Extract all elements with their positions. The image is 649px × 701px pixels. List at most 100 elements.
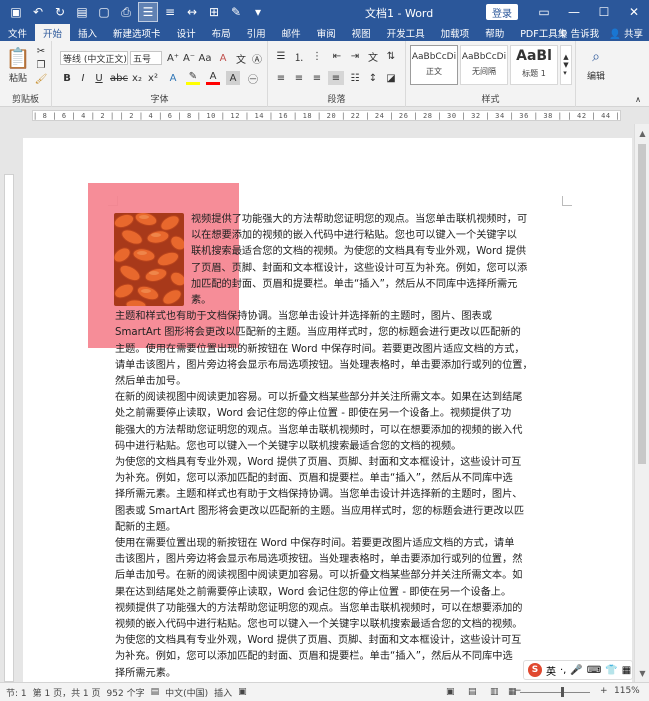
ribbon-display-icon[interactable]: ▭	[529, 0, 559, 24]
zoom-out-icon[interactable]: −	[514, 686, 522, 696]
chinese-layout-icon[interactable]: 文	[366, 49, 380, 64]
zoom-in-icon[interactable]: +	[600, 686, 608, 696]
editing-label[interactable]: 编辑	[578, 69, 614, 82]
ime-toolbar[interactable]: S 英 ·, 🎤 ⌨ 👕 ▦	[523, 660, 633, 680]
align-left-icon[interactable]: ≡	[274, 71, 288, 85]
bold-icon[interactable]: B	[60, 71, 74, 85]
border-char-icon[interactable]: Ⓐ	[250, 51, 264, 66]
ime-menu-icon[interactable]: ▦	[622, 665, 631, 676]
status-page[interactable]: 第 1 页，共 1 页	[33, 686, 101, 699]
font-name-combo[interactable]: 等线 (中文正文)	[60, 51, 128, 65]
more-icon[interactable]: ▾	[248, 2, 268, 22]
strikethrough-icon[interactable]: abc	[110, 71, 128, 85]
undo-icon[interactable]: ↶	[28, 2, 48, 22]
read-mode-icon[interactable]: ☰	[138, 2, 158, 22]
superscript-icon[interactable]: x²	[146, 71, 160, 85]
numbering-icon[interactable]: ⒈	[292, 49, 306, 64]
change-case-icon[interactable]: Aa	[198, 51, 212, 65]
tab-file[interactable]: 文件	[0, 24, 35, 41]
increase-indent-icon[interactable]: ⇥	[348, 49, 362, 63]
distributed-icon[interactable]: ☷	[348, 71, 362, 85]
grow-font-icon[interactable]: A⁺	[166, 51, 180, 65]
tab-design[interactable]: 设计	[169, 24, 204, 41]
text-effects-icon[interactable]: A	[166, 71, 180, 85]
open-icon[interactable]: ▤	[72, 2, 92, 22]
bullets-icon[interactable]: ☰	[274, 49, 288, 63]
tab-new[interactable]: 新建选项卡	[105, 24, 169, 41]
copy-icon[interactable]: ❐	[34, 59, 48, 71]
new-doc-icon[interactable]: ▢	[94, 2, 114, 22]
horizontal-ruler[interactable]: | 8 | 6 | 4 | 2 | | 2 | 4 | 6 | 8 | 10 |…	[0, 107, 649, 124]
paste-label[interactable]: 粘贴	[4, 71, 32, 84]
highlight-icon[interactable]: ✎	[186, 71, 200, 85]
styles-scroll[interactable]: ▲ ▼ ▾	[560, 45, 572, 85]
align-icon[interactable]: ≡	[160, 2, 180, 22]
focus-mode-icon[interactable]: ▣	[446, 687, 455, 697]
zoom-level[interactable]: 115%	[614, 686, 640, 696]
sort-icon[interactable]: ⇅	[384, 49, 398, 63]
justify-icon[interactable]: ≡	[328, 71, 344, 85]
status-language[interactable]: 中文(中国)	[165, 686, 208, 699]
tab-references[interactable]: 引用	[239, 24, 274, 41]
macro-icon[interactable]: ▣	[238, 687, 247, 697]
ime-keyboard-icon[interactable]: ⌨	[587, 665, 601, 676]
underline-icon[interactable]: U	[92, 71, 106, 85]
tab-developer[interactable]: 开发工具	[379, 24, 433, 41]
share-button[interactable]: 👤 共享	[609, 26, 643, 40]
tab-help[interactable]: 帮助	[477, 24, 512, 41]
scroll-thumb[interactable]	[638, 144, 646, 464]
search-icon[interactable]: ⌕	[586, 47, 606, 67]
redo-icon[interactable]: ↻	[50, 2, 70, 22]
status-mode[interactable]: 插入	[214, 686, 232, 699]
collapse-ribbon-icon[interactable]: ∧	[632, 93, 644, 105]
page[interactable]: 视频提供了功能强大的方法帮助您证明您的观点。当您单击联机视频时，可 以在想要添加的…	[23, 138, 632, 682]
sogou-icon[interactable]: S	[528, 663, 542, 677]
status-section[interactable]: 节: 1	[6, 686, 27, 699]
zoom-slider-thumb[interactable]	[561, 687, 564, 697]
proofing-icon[interactable]: ▤	[151, 687, 160, 697]
tab-mailings[interactable]: 邮件	[274, 24, 309, 41]
cut-icon[interactable]: ✂	[34, 45, 48, 57]
char-shading-icon[interactable]: A	[226, 71, 240, 85]
paste-icon[interactable]: 📋	[6, 45, 31, 71]
ime-lang[interactable]: 英	[546, 663, 556, 678]
style-heading1[interactable]: AaBl 标题 1	[510, 45, 558, 85]
ime-mic-icon[interactable]: 🎤	[570, 665, 582, 676]
read-mode-view-icon[interactable]: ▤	[468, 687, 477, 697]
close-icon[interactable]: ✕	[619, 0, 649, 24]
multilevel-icon[interactable]: ⋮	[310, 49, 324, 63]
vertical-ruler[interactable]	[0, 124, 17, 682]
font-color-icon[interactable]: A	[206, 71, 220, 85]
table-icon[interactable]: ⊞	[204, 2, 224, 22]
shading-icon[interactable]: ◪	[384, 71, 398, 85]
phonetic-icon[interactable]: 文	[234, 51, 248, 66]
subscript-icon[interactable]: x₂	[130, 71, 144, 85]
italic-icon[interactable]: I	[76, 71, 90, 85]
print-preview-icon[interactable]: ⎙	[116, 2, 136, 22]
style-normal[interactable]: AaBbCcDi 正文	[410, 45, 458, 85]
tab-addins[interactable]: 加载项	[433, 24, 478, 41]
scroll-up-icon[interactable]: ▲	[635, 126, 649, 140]
line-spacing-icon[interactable]: ↕	[366, 71, 380, 85]
status-words[interactable]: 952 个字	[107, 686, 145, 699]
align-center-icon[interactable]: ≡	[292, 71, 306, 85]
style-no-spacing[interactable]: AaBbCcDi 无间隔	[460, 45, 508, 85]
format-icon[interactable]: ✎	[226, 2, 246, 22]
ime-punct-icon[interactable]: ·,	[560, 665, 566, 676]
enclose-char-icon[interactable]: ㊀	[246, 71, 260, 86]
maximize-icon[interactable]: ☐	[589, 0, 619, 24]
ime-skin-icon[interactable]: 👕	[605, 665, 617, 676]
tell-me[interactable]: ⚲ 告诉我	[561, 26, 600, 40]
format-painter-icon[interactable]: 🖌	[34, 73, 48, 85]
decrease-indent-icon[interactable]: ⇤	[330, 49, 344, 63]
font-size-combo[interactable]: 五号	[130, 51, 162, 65]
vertical-scrollbar[interactable]: ▲ ▼	[634, 124, 649, 682]
clear-format-icon[interactable]: A	[216, 51, 230, 65]
tab-home[interactable]: 开始	[35, 24, 71, 41]
tab-layout[interactable]: 布局	[204, 24, 239, 41]
zoom-slider-track[interactable]	[520, 692, 590, 693]
scroll-down-icon[interactable]: ▼	[635, 666, 649, 680]
login-button[interactable]: 登录	[486, 4, 518, 20]
shrink-font-icon[interactable]: A⁻	[182, 51, 196, 65]
tab-insert[interactable]: 插入	[70, 24, 105, 41]
